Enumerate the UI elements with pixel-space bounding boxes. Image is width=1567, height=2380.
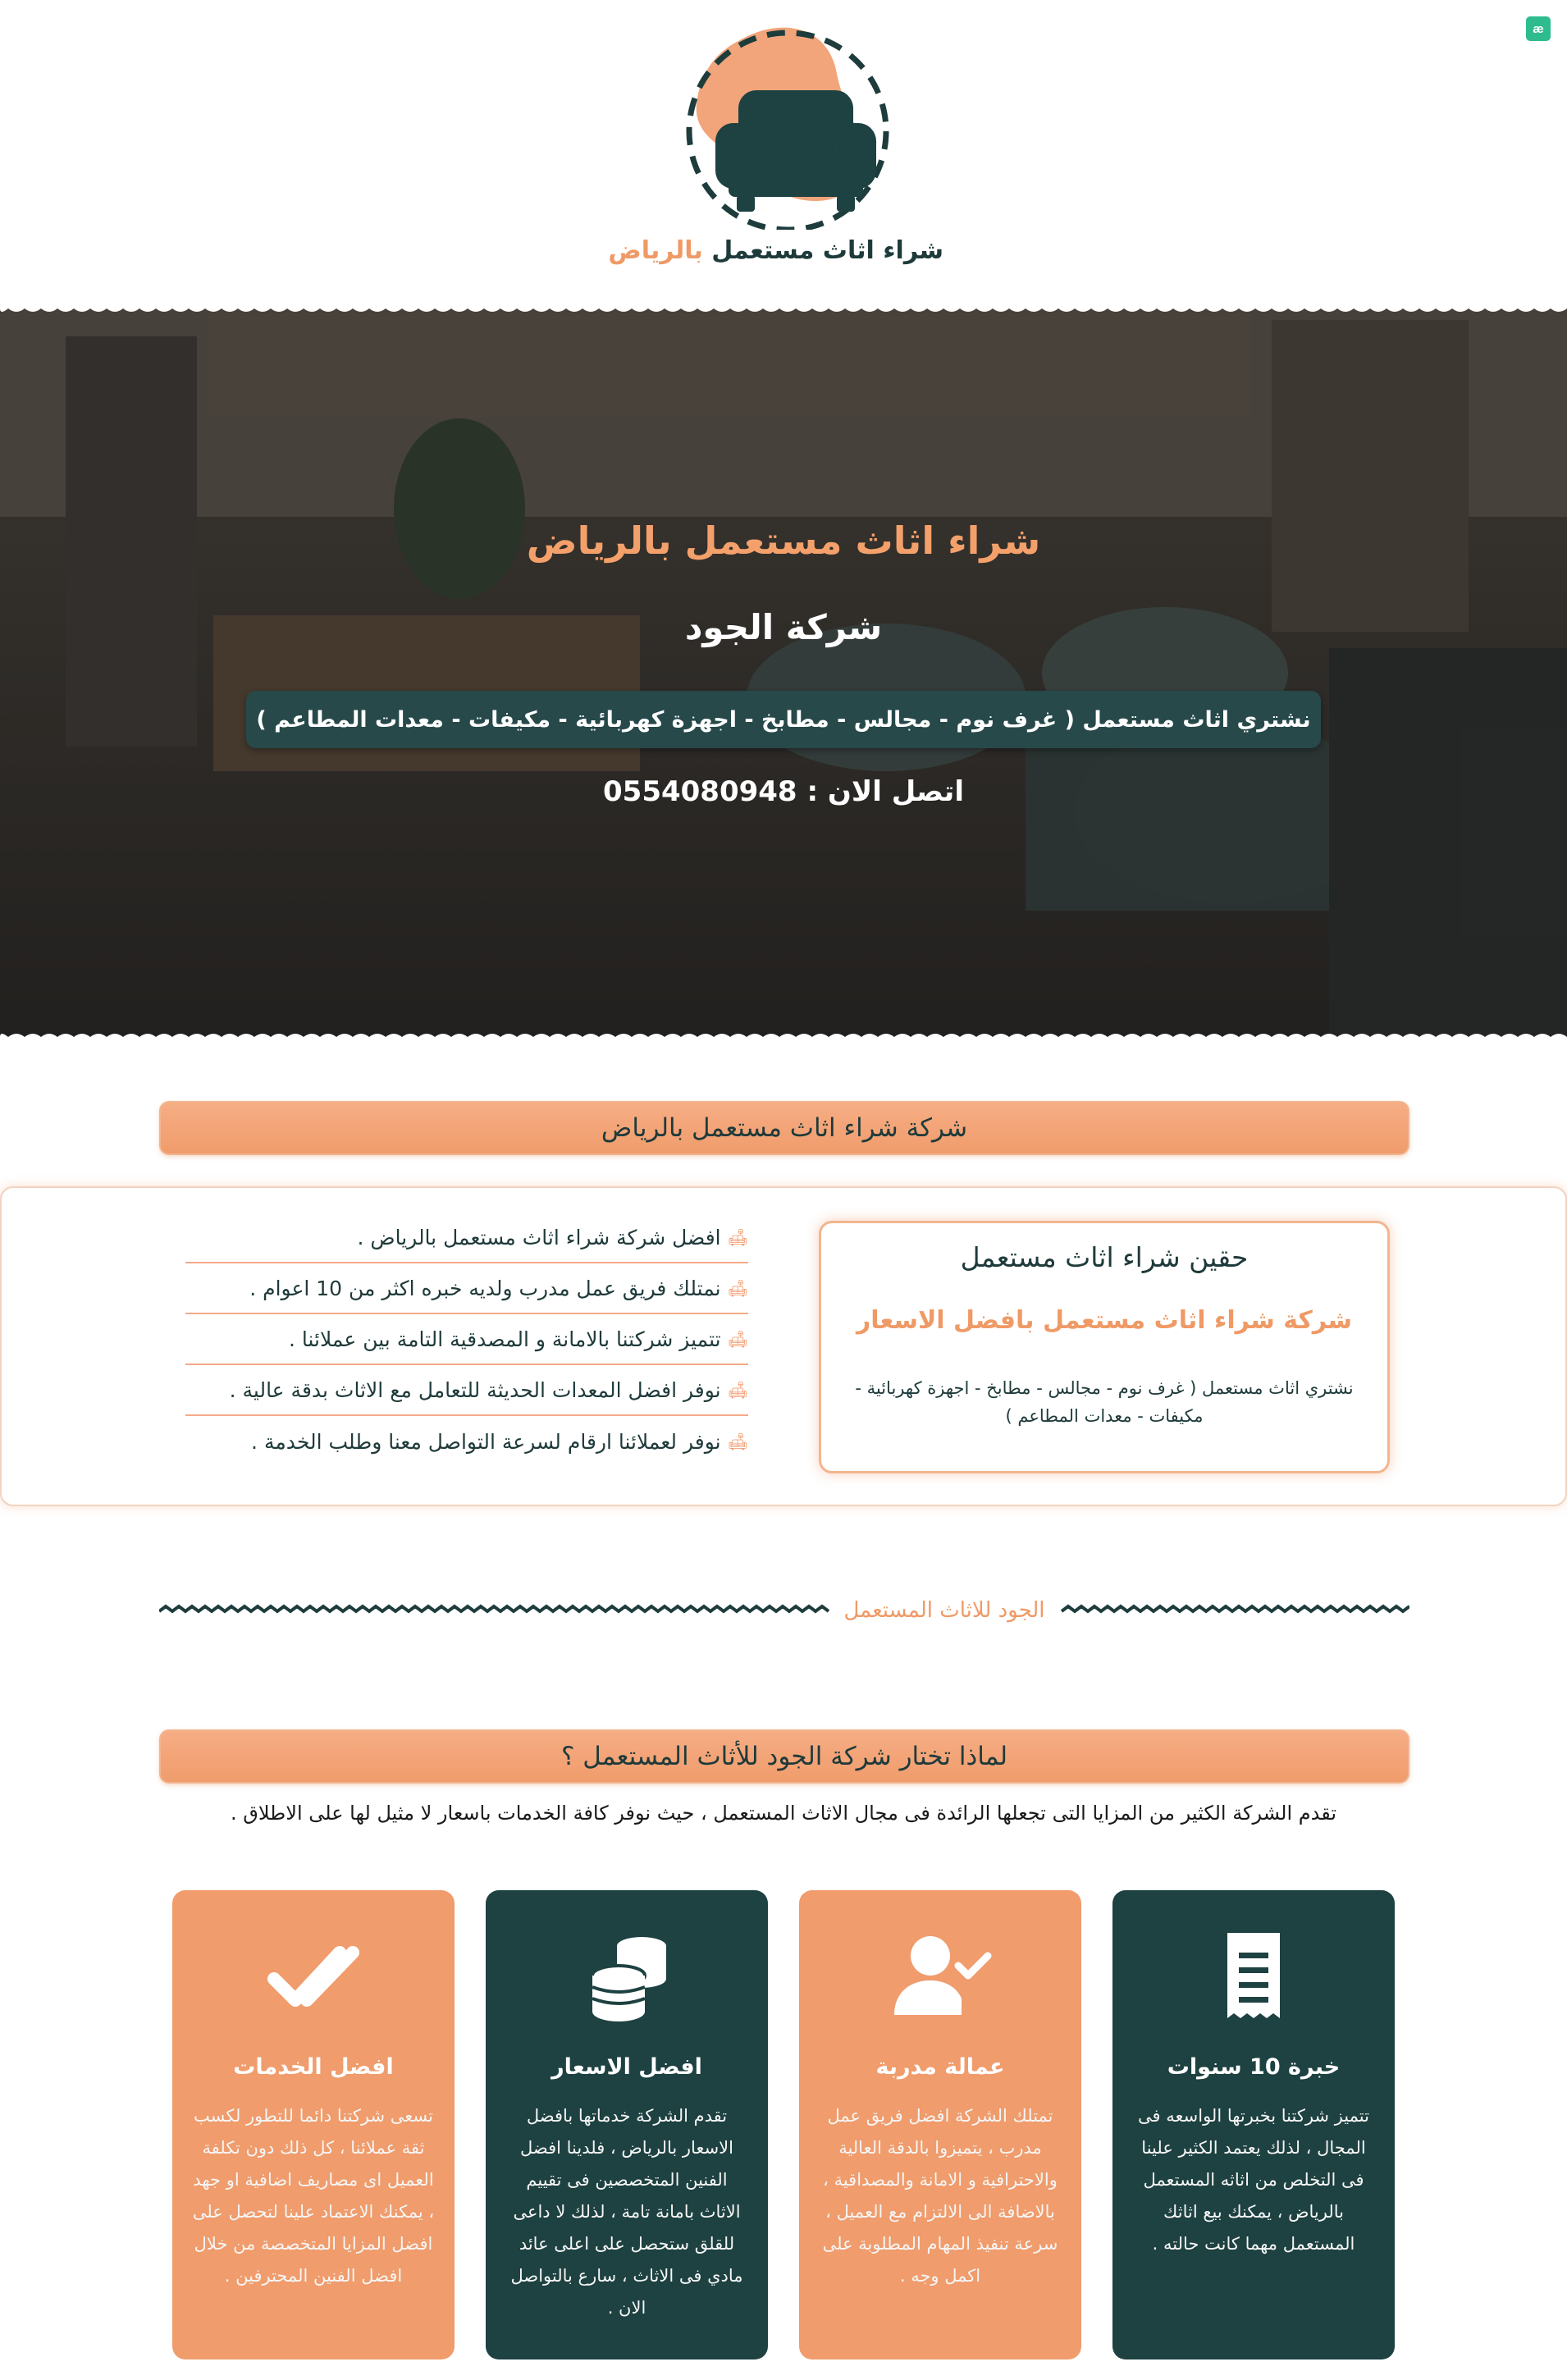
list-item: 🛋 نمتلك فريق عمل مدرب ولديه خبره اكثر من … <box>185 1263 748 1314</box>
feature-card-trained-staff: عمالة مدربة تمتلك الشركة افضل فريق عمل م… <box>799 1890 1081 2359</box>
card-text: تتميز شركتنا بخبرتها الواسعه فى المجال ،… <box>1138 2106 1369 2254</box>
zigzag-divider-icon <box>158 1604 1411 1614</box>
why-description: تقدم الشركة الكثير من المزايا التى تجعله… <box>230 1802 1337 1825</box>
card-title: حقين شراء اثاث مستعمل <box>960 1241 1249 1273</box>
double-check-icon <box>267 1946 359 2007</box>
phone-link[interactable]: 0554080948 <box>603 775 797 808</box>
list-item: 🛋 تتميز شركتنا بالامانة و المصدقية التامة… <box>185 1314 748 1365</box>
hero-bottom-wave <box>0 1034 1567 1042</box>
list-item: 🛋 نوفر لعملائنا ارقام لسرعة التواصل معنا … <box>251 1429 748 1454</box>
card-description: نشتري اثاث مستعمل ( غرف نوم - مجالس - مط… <box>855 1378 1354 1426</box>
call-now[interactable]: اتصل الان : 0554080948 <box>0 775 1567 808</box>
intro-card: حقين شراء اثاث مستعمل شركة شراء اثاث مست… <box>819 1221 1390 1473</box>
logo-text: شراء اثاث مستعمل بالرياض <box>608 236 943 265</box>
hero-overlay <box>0 304 1567 1042</box>
card-title: افضل الاسعار <box>551 2054 702 2080</box>
list-item: 🛋 نوفر افضل المعدات الحديثة للتعامل مع ال… <box>185 1365 748 1416</box>
hero-title: شراء اثاث مستعمل بالرياض <box>526 518 1041 563</box>
user-check-icon <box>894 1936 992 2015</box>
hero-top-wave <box>0 304 1567 312</box>
card-title: عمالة مدربة <box>875 2054 1005 2080</box>
card-title: خبرة 10 سنوات <box>1167 2054 1341 2080</box>
about-section-title: شركة شراء اثاث مستعمل بالرياض <box>159 1101 1409 1155</box>
card-text: تمتلك الشركة افضل فريق عمل مدرب ، يتميزو… <box>822 2106 1058 2286</box>
features-list: 🛋 افضل شركة شراء اثاث مستعمل بالرياض . 🛋 ن… <box>185 1213 748 1467</box>
feature-card-best-services: افضل الخدمات تسعى شركتنا دائما للتطور لك… <box>172 1890 455 2359</box>
site-logo[interactable]: شراء اثاث مستعمل بالرياض <box>608 16 943 271</box>
card-title: افضل الخدمات <box>233 2054 394 2080</box>
sofa-logo-icon <box>686 27 889 233</box>
divider-label: الجود للاثاث المستعمل <box>832 1598 1057 1623</box>
feature-card-best-prices: افضل الاسعار تقدم الشركة خدماتها بافضل ا… <box>486 1890 768 2359</box>
call-label: اتصل الان : <box>806 775 964 808</box>
sofa-bullet-icon: 🛋 <box>727 1380 748 1400</box>
services-banner: نشتري اثاث مستعمل ( غرف نوم - مجالس - مط… <box>246 691 1321 748</box>
why-section-title: لماذا تختار شركة الجود للأثاث المستعمل ؟ <box>159 1729 1409 1784</box>
feature-card-experience: خبرة 10 سنوات تتميز شركتنا بخبرتها الواس… <box>1112 1890 1395 2359</box>
hero-section: شراء اثاث مستعمل بالرياض شركة الجود نشتر… <box>0 304 1567 1042</box>
app-badge-icon[interactable]: æ <box>1526 16 1551 41</box>
card-subtitle: شركة شراء اثاث مستعمل بافضل الاسعار <box>856 1306 1353 1335</box>
section-divider: الجود للاثاث المستعمل <box>158 1592 1411 1631</box>
sofa-bullet-icon: 🛋 <box>727 1278 748 1298</box>
sofa-bullet-icon: 🛋 <box>727 1227 748 1247</box>
receipt-icon <box>1227 1933 1280 2018</box>
about-panel: حقين شراء اثاث مستعمل شركة شراء اثاث مست… <box>0 1186 1567 1506</box>
sofa-bullet-icon: 🛋 <box>727 1329 748 1349</box>
list-item: 🛋 افضل شركة شراء اثاث مستعمل بالرياض . <box>185 1213 748 1263</box>
sofa-bullet-icon: 🛋 <box>727 1432 748 1451</box>
coins-icon <box>591 1937 666 2021</box>
card-text: تسعى شركتنا دائما للتطور لكسب ثقة عملائن… <box>192 2106 435 2286</box>
card-text: تقدم الشركة خدماتها بافضل الاسعار بالريا… <box>510 2106 743 2318</box>
hero-subtitle: شركة الجود <box>684 607 883 647</box>
